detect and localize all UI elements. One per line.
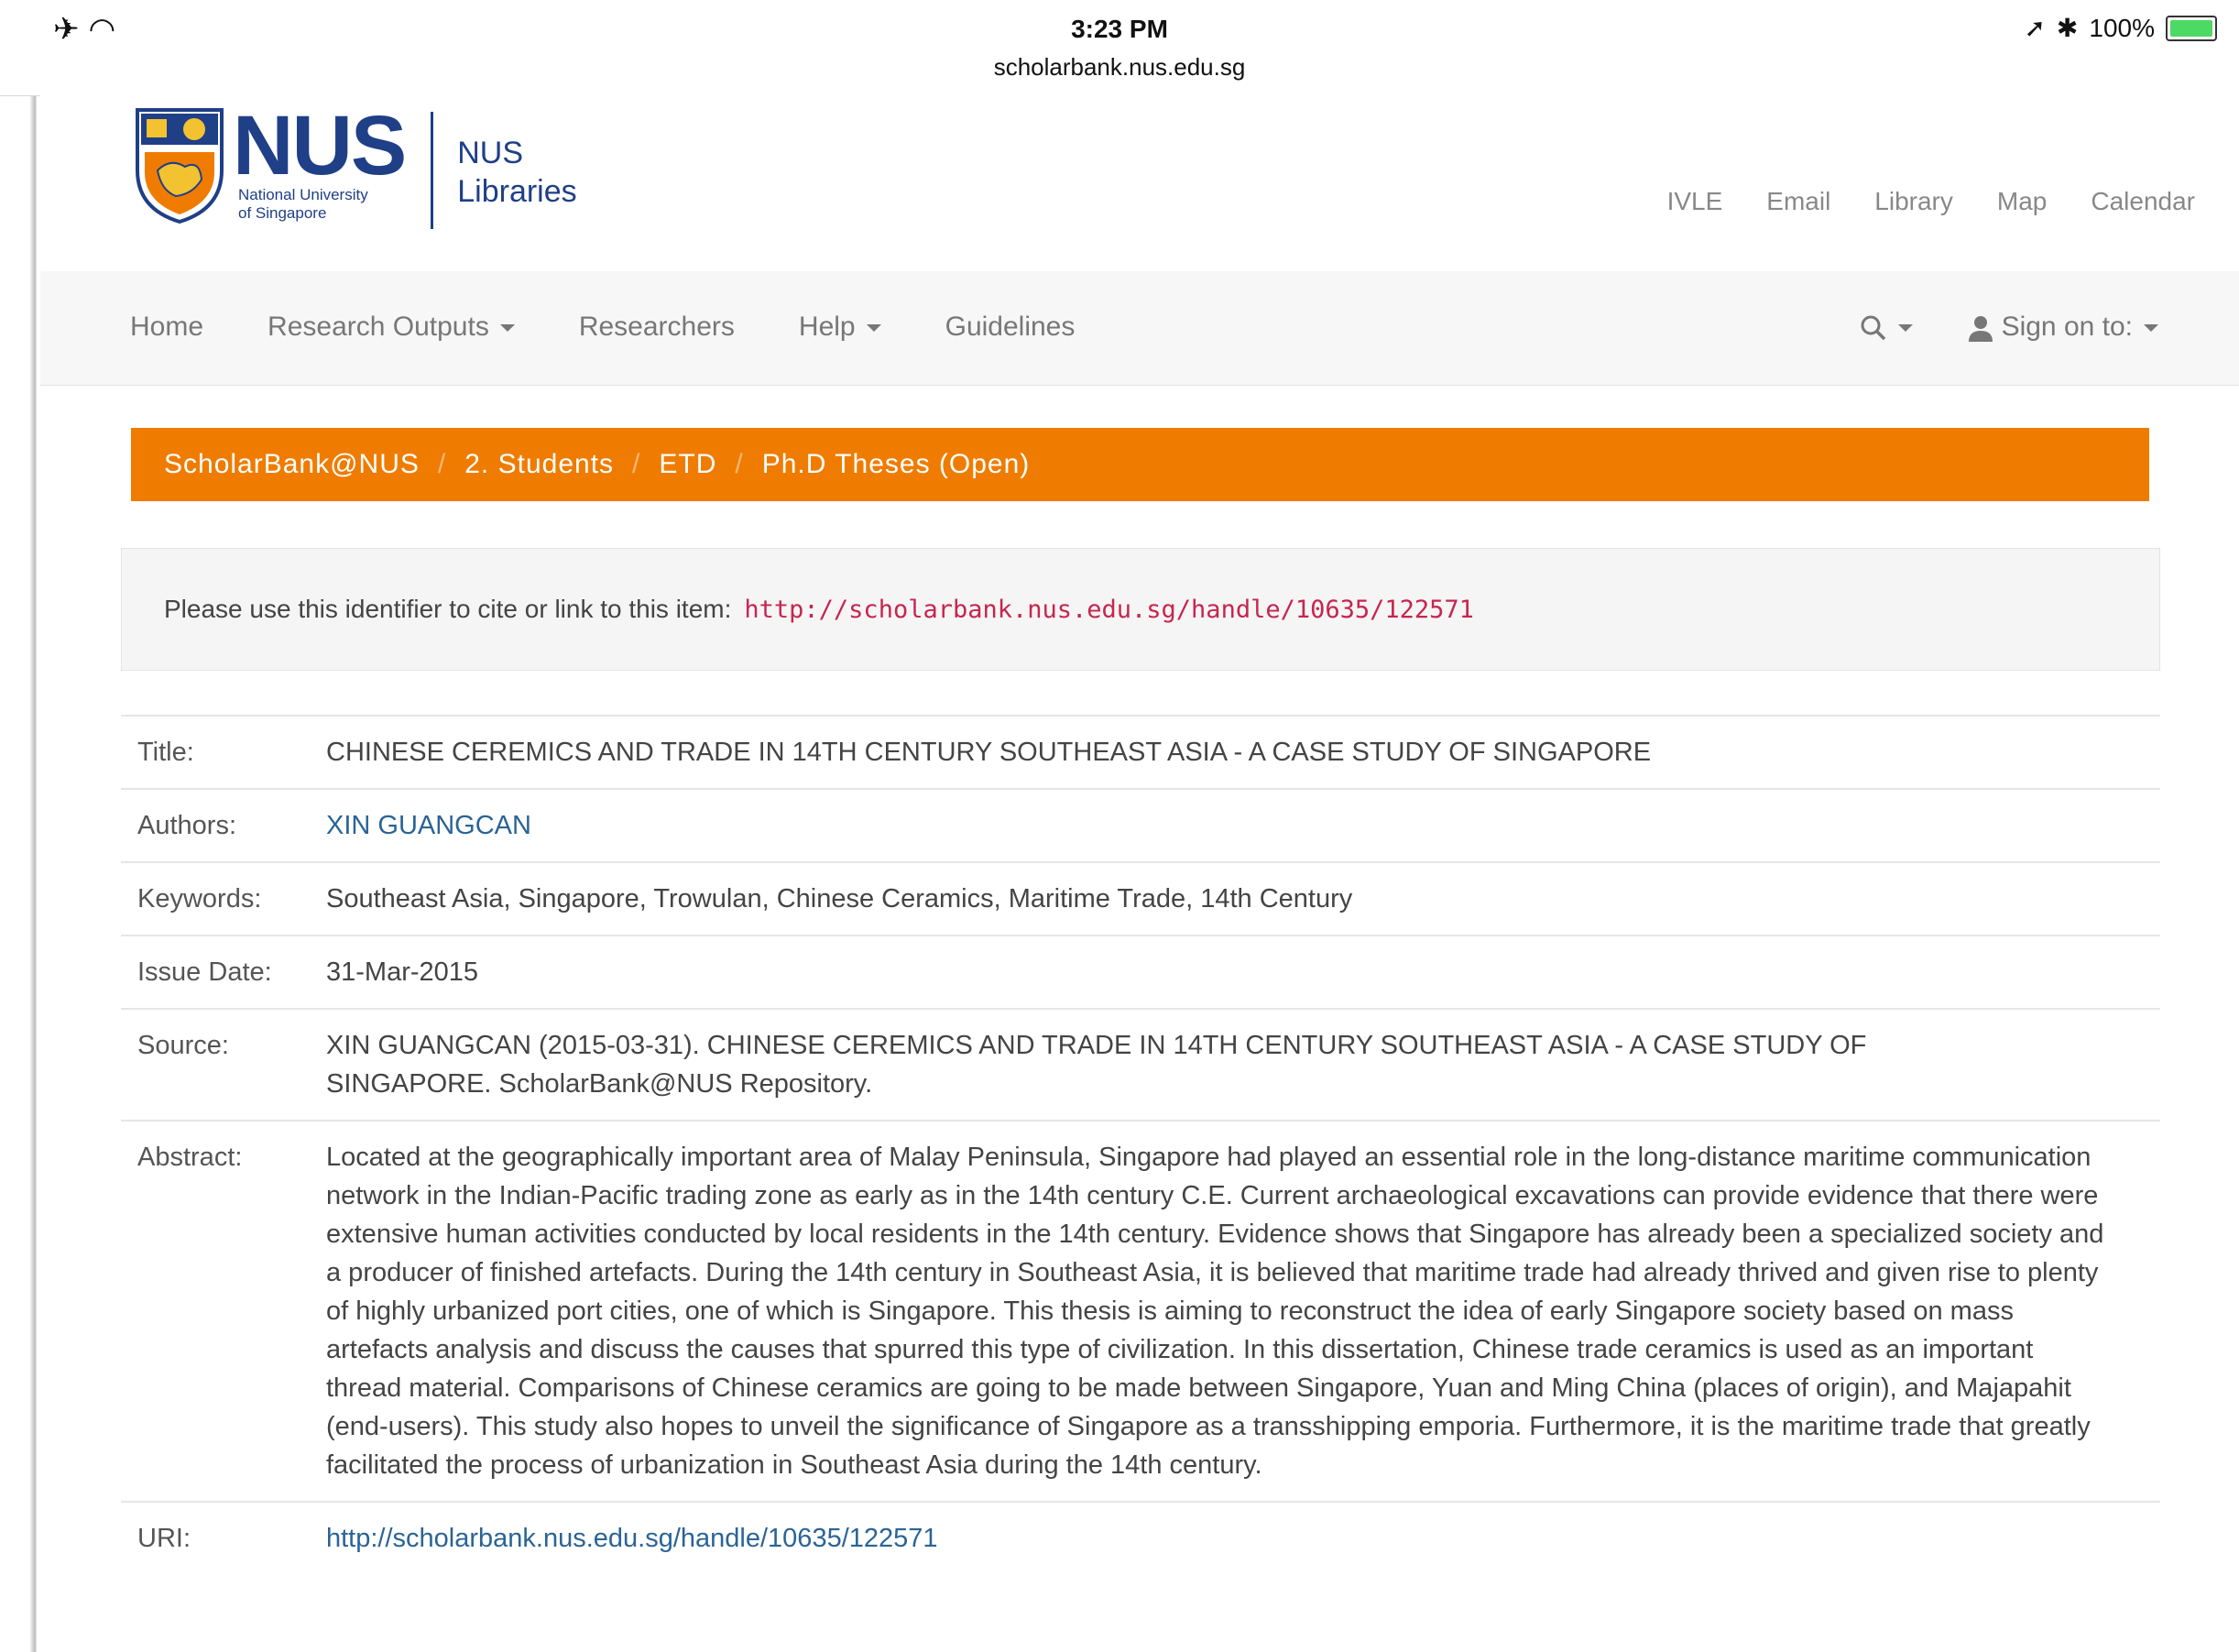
breadcrumb-separator: /: [632, 449, 641, 479]
bluetooth-icon: ✱: [2056, 14, 2079, 42]
table-row: URI: http://scholarbank.nus.edu.sg/handl…: [121, 1501, 2160, 1574]
table-row: Source: XIN GUANGCAN (2015-03-31). CHINE…: [121, 1008, 2160, 1121]
title-value: CHINESE CEREMICS AND TRADE IN 14TH CENTU…: [310, 715, 2160, 789]
identifier-well: Please use this identifier to cite or li…: [121, 548, 2160, 671]
libraries-line2: Libraries: [457, 174, 577, 209]
left-edge: [0, 0, 37, 1652]
battery-icon: [2166, 15, 2217, 41]
nav-help-label: Help: [798, 312, 856, 342]
uri-label: URI:: [121, 1501, 310, 1574]
link-calendar[interactable]: Calendar: [2091, 187, 2195, 216]
status-time: 3:23 PM: [1071, 15, 1168, 43]
link-map[interactable]: Map: [1997, 187, 2047, 216]
breadcrumb-students[interactable]: 2. Students: [464, 449, 614, 480]
libraries-line1: NUS: [457, 136, 524, 170]
uri-link[interactable]: http://scholarbank.nus.edu.sg/handle/106…: [326, 1524, 938, 1553]
sign-on-menu[interactable]: Sign on to:: [1968, 312, 2158, 343]
nus-libraries-logo[interactable]: NUS Libraries: [457, 134, 576, 211]
uri-cell: http://scholarbank.nus.edu.sg/handle/106…: [310, 1501, 2160, 1574]
search-toggle[interactable]: [1860, 312, 1914, 343]
source-label: Source:: [121, 1008, 310, 1121]
sign-on-label: Sign on to:: [2001, 312, 2133, 342]
table-row: Issue Date: 31-Mar-2015: [121, 935, 2160, 1009]
nus-crest-icon: [136, 108, 224, 224]
author-link[interactable]: XIN GUANGCAN: [326, 811, 531, 840]
nav-home[interactable]: Home: [130, 312, 203, 343]
nav-researchers[interactable]: Researchers: [579, 312, 735, 343]
logo-divider: [431, 112, 434, 229]
table-row: Authors: XIN GUANGCAN: [121, 788, 2160, 862]
source-value: XIN GUANGCAN (2015-03-31). CHINESE CEREM…: [310, 1008, 2160, 1121]
keywords-value: Southeast Asia, Singapore, Trowulan, Chi…: [310, 861, 2160, 935]
identifier-link[interactable]: http://scholarbank.nus.edu.sg/handle/106…: [744, 596, 1474, 624]
nav-guidelines[interactable]: Guidelines: [945, 312, 1076, 343]
site-header: NUS National University of Singapore NUS…: [40, 95, 2239, 272]
breadcrumb-separator: /: [437, 449, 447, 479]
logo-nus-wordmark: NUS: [233, 99, 407, 192]
authors-cell: XIN GUANGCAN: [310, 788, 2160, 862]
chevron-down-icon: [1898, 324, 1914, 333]
link-library[interactable]: Library: [1874, 187, 1953, 216]
status-right: ➚ ✱ 100%: [2024, 13, 2217, 43]
issue-date-value: 31-Mar-2015: [310, 935, 2160, 1009]
authors-label: Authors:: [121, 788, 310, 862]
chevron-down-icon: [2144, 324, 2158, 333]
breadcrumb: ScholarBank@NUS / 2. Students / ETD / Ph…: [131, 428, 2149, 501]
title-label: Title:: [121, 715, 310, 789]
nav-research-outputs-label: Research Outputs: [268, 312, 489, 342]
keywords-label: Keywords:: [121, 861, 310, 935]
location-icon: ➚: [2024, 14, 2046, 42]
breadcrumb-phd-theses[interactable]: Ph.D Theses (Open): [762, 449, 1031, 480]
item-metadata-table: Title: CHINESE CEREMICS AND TRADE IN 14T…: [121, 715, 2160, 1574]
table-row: Title: CHINESE CEREMICS AND TRADE IN 14T…: [121, 715, 2160, 789]
breadcrumb-etd[interactable]: ETD: [659, 449, 716, 480]
status-bar: ✈◠ 3:23 PM scholarbank.nus.edu.sg ➚ ✱ 10…: [0, 0, 2239, 96]
chevron-down-icon: [866, 324, 881, 333]
nus-logo[interactable]: NUS National University of Singapore NUS…: [134, 99, 577, 229]
identifier-text: Please use this identifier to cite or li…: [164, 595, 732, 623]
abstract-label: Abstract:: [121, 1120, 310, 1502]
breadcrumb-scholarbank[interactable]: ScholarBank@NUS: [164, 449, 420, 480]
top-links: IVLE Email Library Map Calendar: [1667, 187, 2195, 216]
chevron-down-icon: [499, 324, 515, 333]
search-icon: [1861, 315, 1886, 341]
link-email[interactable]: Email: [1766, 187, 1830, 216]
battery-percent: 100%: [2089, 13, 2155, 42]
table-row: Abstract: Located at the geographically …: [121, 1120, 2160, 1502]
address-url[interactable]: scholarbank.nus.edu.sg: [0, 53, 2239, 82]
breadcrumb-separator: /: [735, 449, 744, 479]
nav-help[interactable]: Help: [799, 312, 881, 343]
issue-date-label: Issue Date:: [121, 935, 310, 1009]
nav-research-outputs[interactable]: Research Outputs: [268, 312, 515, 343]
logo-subtitle-line2: of Singapore: [238, 204, 327, 222]
user-icon: [1969, 316, 1993, 343]
table-row: Keywords: Southeast Asia, Singapore, Tro…: [121, 861, 2160, 935]
main-navbar: Home Research Outputs Researchers Help G…: [40, 271, 2239, 386]
abstract-value: Located at the geographically important …: [310, 1120, 2160, 1502]
link-ivle[interactable]: IVLE: [1667, 187, 1723, 216]
